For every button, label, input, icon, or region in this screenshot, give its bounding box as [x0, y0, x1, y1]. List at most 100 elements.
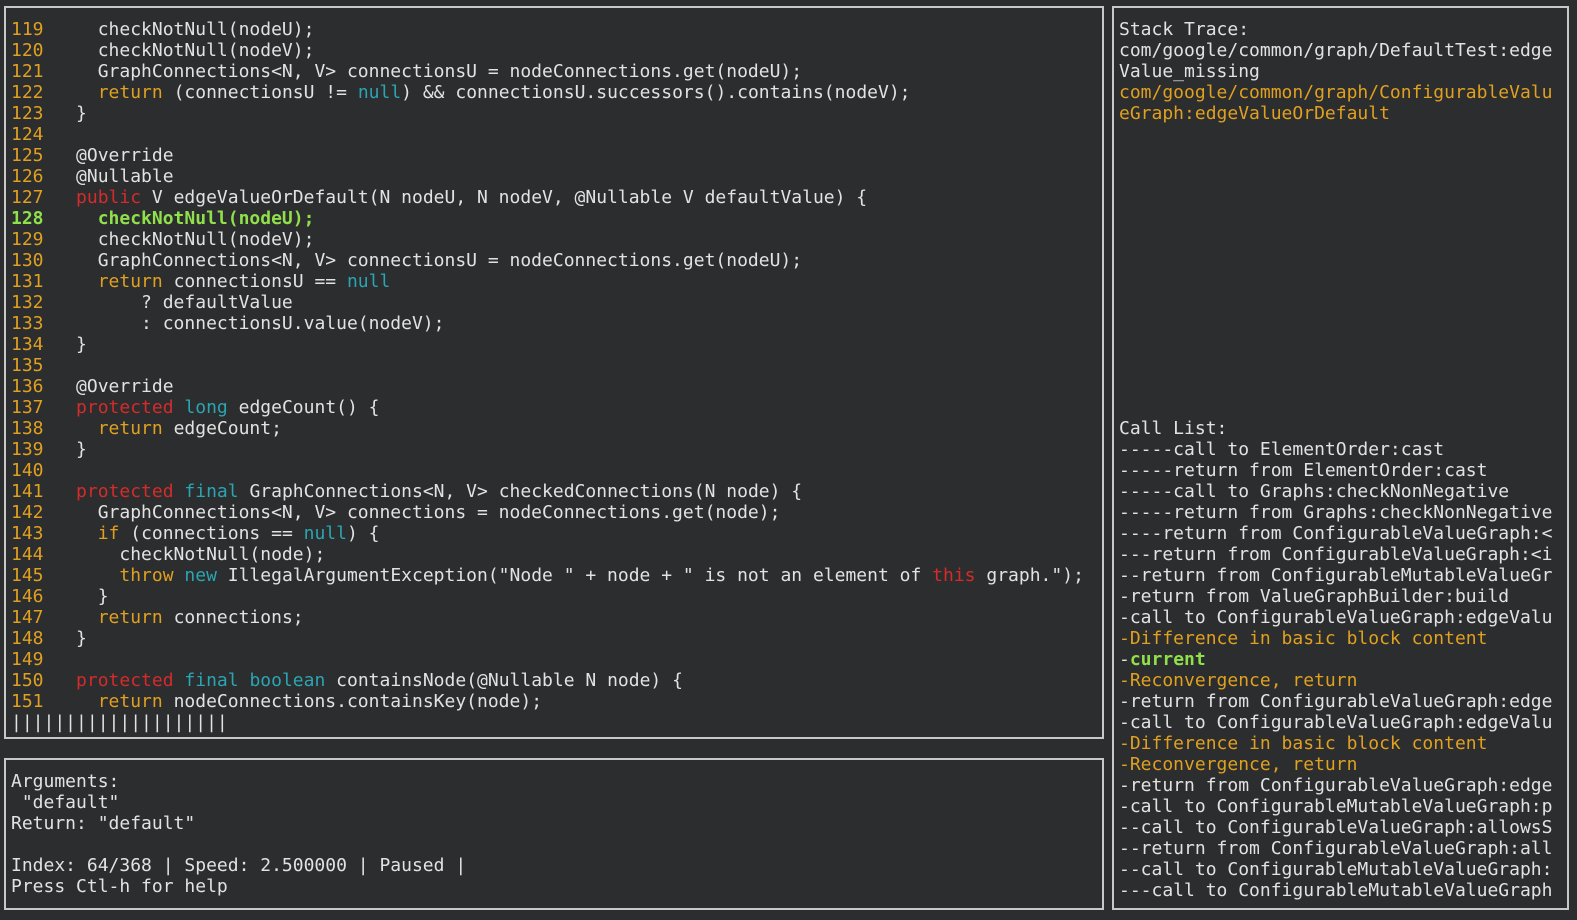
- call-list-text: -Reconvergence, return: [1119, 754, 1358, 775]
- code-token: null: [303, 523, 347, 544]
- code-token: GraphConnections<N, V> connections = nod…: [43, 502, 781, 523]
- status-line: Index: 64/368 | Speed: 2.500000 | Paused…: [11, 855, 467, 876]
- code-token: checkNotNull(nodeV);: [43, 40, 315, 61]
- line-number: 131: [11, 271, 44, 292]
- arguments-label: Arguments:: [11, 771, 120, 792]
- code-line: 147 return connections;: [11, 607, 304, 628]
- code-token: ) {: [346, 523, 380, 544]
- call-list-item[interactable]: -call to ConfigurableValueGraph:edgeValu: [1119, 712, 1552, 733]
- call-list-item[interactable]: --call to ConfigurableValueGraph:allowsS: [1119, 817, 1552, 838]
- code-token: return: [97, 271, 163, 292]
- call-list-item[interactable]: -call to ConfigurableMutableValueGraph:p: [1119, 796, 1552, 817]
- code-token: ) && connectionsU.successors().contains(…: [401, 82, 911, 103]
- help-hint: Press Ctl-h for help: [11, 876, 228, 897]
- call-list-item[interactable]: ----return from ConfigurableValueGraph:<: [1119, 523, 1552, 544]
- stack-trace-entry: eGraph:edgeValueOrDefault: [1119, 103, 1390, 124]
- line-number: 148: [11, 628, 44, 649]
- line-number: 146: [11, 586, 44, 607]
- stack-trace-entry: com/google/common/graph/DefaultTest:edge: [1119, 40, 1553, 61]
- code-line: 135: [11, 355, 44, 376]
- code-token: protected: [76, 670, 174, 691]
- call-list-item[interactable]: -call to ConfigurableValueGraph:edgeValu: [1119, 607, 1552, 628]
- code-token: nodeConnections.containsKey(node);: [162, 691, 543, 712]
- return-value: Return: "default": [11, 813, 196, 834]
- call-list-item[interactable]: -Reconvergence, return: [1119, 670, 1357, 691]
- code-line: 126 @Nullable: [11, 166, 174, 187]
- call-list-item[interactable]: -----return from Graphs:checkNonNegative: [1119, 502, 1552, 523]
- code-line: 141 protected final GraphConnections<N, …: [11, 481, 802, 502]
- code-line: 134 }: [11, 334, 87, 355]
- call-list-item[interactable]: --return from ConfigurableValueGraph:all: [1119, 838, 1552, 859]
- line-number: 130: [11, 250, 44, 271]
- code-token: boolean: [249, 670, 326, 691]
- code-token: if: [97, 523, 120, 544]
- call-list-item[interactable]: -----call to ElementOrder:cast: [1119, 439, 1444, 460]
- code-line-current: 128 checkNotNull(nodeU);: [11, 208, 314, 229]
- call-list-item[interactable]: ---return from ConfigurableValueGraph:<i: [1119, 544, 1552, 565]
- code-token: final: [184, 481, 239, 502]
- current-marker: current: [1129, 649, 1206, 670]
- code-token: public: [76, 187, 142, 208]
- code-token: graph.");: [975, 565, 1084, 586]
- call-list-text: -call to ConfigurableValueGraph:edgeValu: [1119, 712, 1553, 733]
- line-number: 139: [11, 439, 44, 460]
- code-token: @Nullable: [43, 166, 174, 187]
- line-number: 149: [11, 649, 44, 670]
- call-list-item[interactable]: --return from ConfigurableMutableValueGr: [1119, 565, 1552, 586]
- code-line: 130 GraphConnections<N, V> connectionsU …: [11, 250, 802, 271]
- code-token: checkNotNull(nodeU);: [43, 19, 315, 40]
- code-token: @Override: [43, 376, 174, 397]
- call-list-item[interactable]: -return from ConfigurableValueGraph:edge: [1119, 691, 1552, 712]
- call-list-item[interactable]: -Difference in basic block content: [1119, 733, 1487, 754]
- line-number: 124: [11, 124, 44, 145]
- call-list-item[interactable]: -return from ConfigurableValueGraph:edge: [1119, 775, 1552, 796]
- code-line: 144 checkNotNull(node);: [11, 544, 325, 565]
- call-list-text: ----return from ConfigurableValueGraph:<: [1119, 523, 1553, 544]
- code-line: 140: [11, 460, 44, 481]
- line-number: 142: [11, 502, 44, 523]
- call-list-item[interactable]: -Difference in basic block content: [1119, 628, 1487, 649]
- code-token: GraphConnections<N, V> connectionsU = no…: [43, 250, 803, 271]
- call-list-item[interactable]: ---call to ConfigurableMutableValueGraph: [1119, 880, 1552, 901]
- line-number: 141: [11, 481, 44, 502]
- call-list-text: -----call to Graphs:checkNonNegative: [1119, 481, 1510, 502]
- call-list-item[interactable]: --call to ConfigurableMutableValueGraph:: [1119, 859, 1552, 880]
- code-token: null: [346, 271, 391, 292]
- line-number: 129: [11, 229, 44, 250]
- code-line: 139 }: [11, 439, 87, 460]
- code-token: GraphConnections<N, V> connectionsU = no…: [43, 61, 803, 82]
- side-pane[interactable]: Stack Trace: com/google/common/graph/Def…: [1112, 6, 1569, 910]
- code-token: @Override: [43, 145, 174, 166]
- code-line: 131 return connectionsU == null: [11, 271, 390, 292]
- call-list-item[interactable]: -return from ValueGraphBuilder:build: [1119, 586, 1509, 607]
- line-number: 135: [11, 355, 44, 376]
- call-list-item[interactable]: -----return from ElementOrder:cast: [1119, 460, 1487, 481]
- code-token: throw: [119, 565, 174, 586]
- code-token: protected: [76, 397, 174, 418]
- call-list-item-current[interactable]: -current: [1119, 649, 1206, 670]
- line-number: 136: [11, 376, 44, 397]
- line-number: 127: [11, 187, 44, 208]
- code-line: 120 checkNotNull(nodeV);: [11, 40, 314, 61]
- code-line: 149: [11, 649, 44, 670]
- call-list-text: -return from ValueGraphBuilder:build: [1119, 586, 1510, 607]
- code-line: 133 : connectionsU.value(nodeV);: [11, 313, 444, 334]
- code-line: 125 @Override: [11, 145, 174, 166]
- code-token: GraphConnections<N, V> checkedConnection…: [238, 481, 803, 502]
- code-token: }: [43, 628, 87, 649]
- code-token: }: [43, 586, 109, 607]
- code-token: this: [932, 565, 976, 586]
- source-code-pane[interactable]: 119 checkNotNull(nodeU); 120 checkNotNull…: [4, 6, 1104, 739]
- call-list-item[interactable]: -----call to Graphs:checkNonNegative: [1119, 481, 1509, 502]
- call-list-item[interactable]: -Reconvergence, return: [1119, 754, 1357, 775]
- call-list-text: -call to ConfigurableMutableValueGraph:p: [1119, 796, 1553, 817]
- call-list-text: -: [1119, 649, 1130, 670]
- stack-trace-entry: Value_missing: [1119, 61, 1260, 82]
